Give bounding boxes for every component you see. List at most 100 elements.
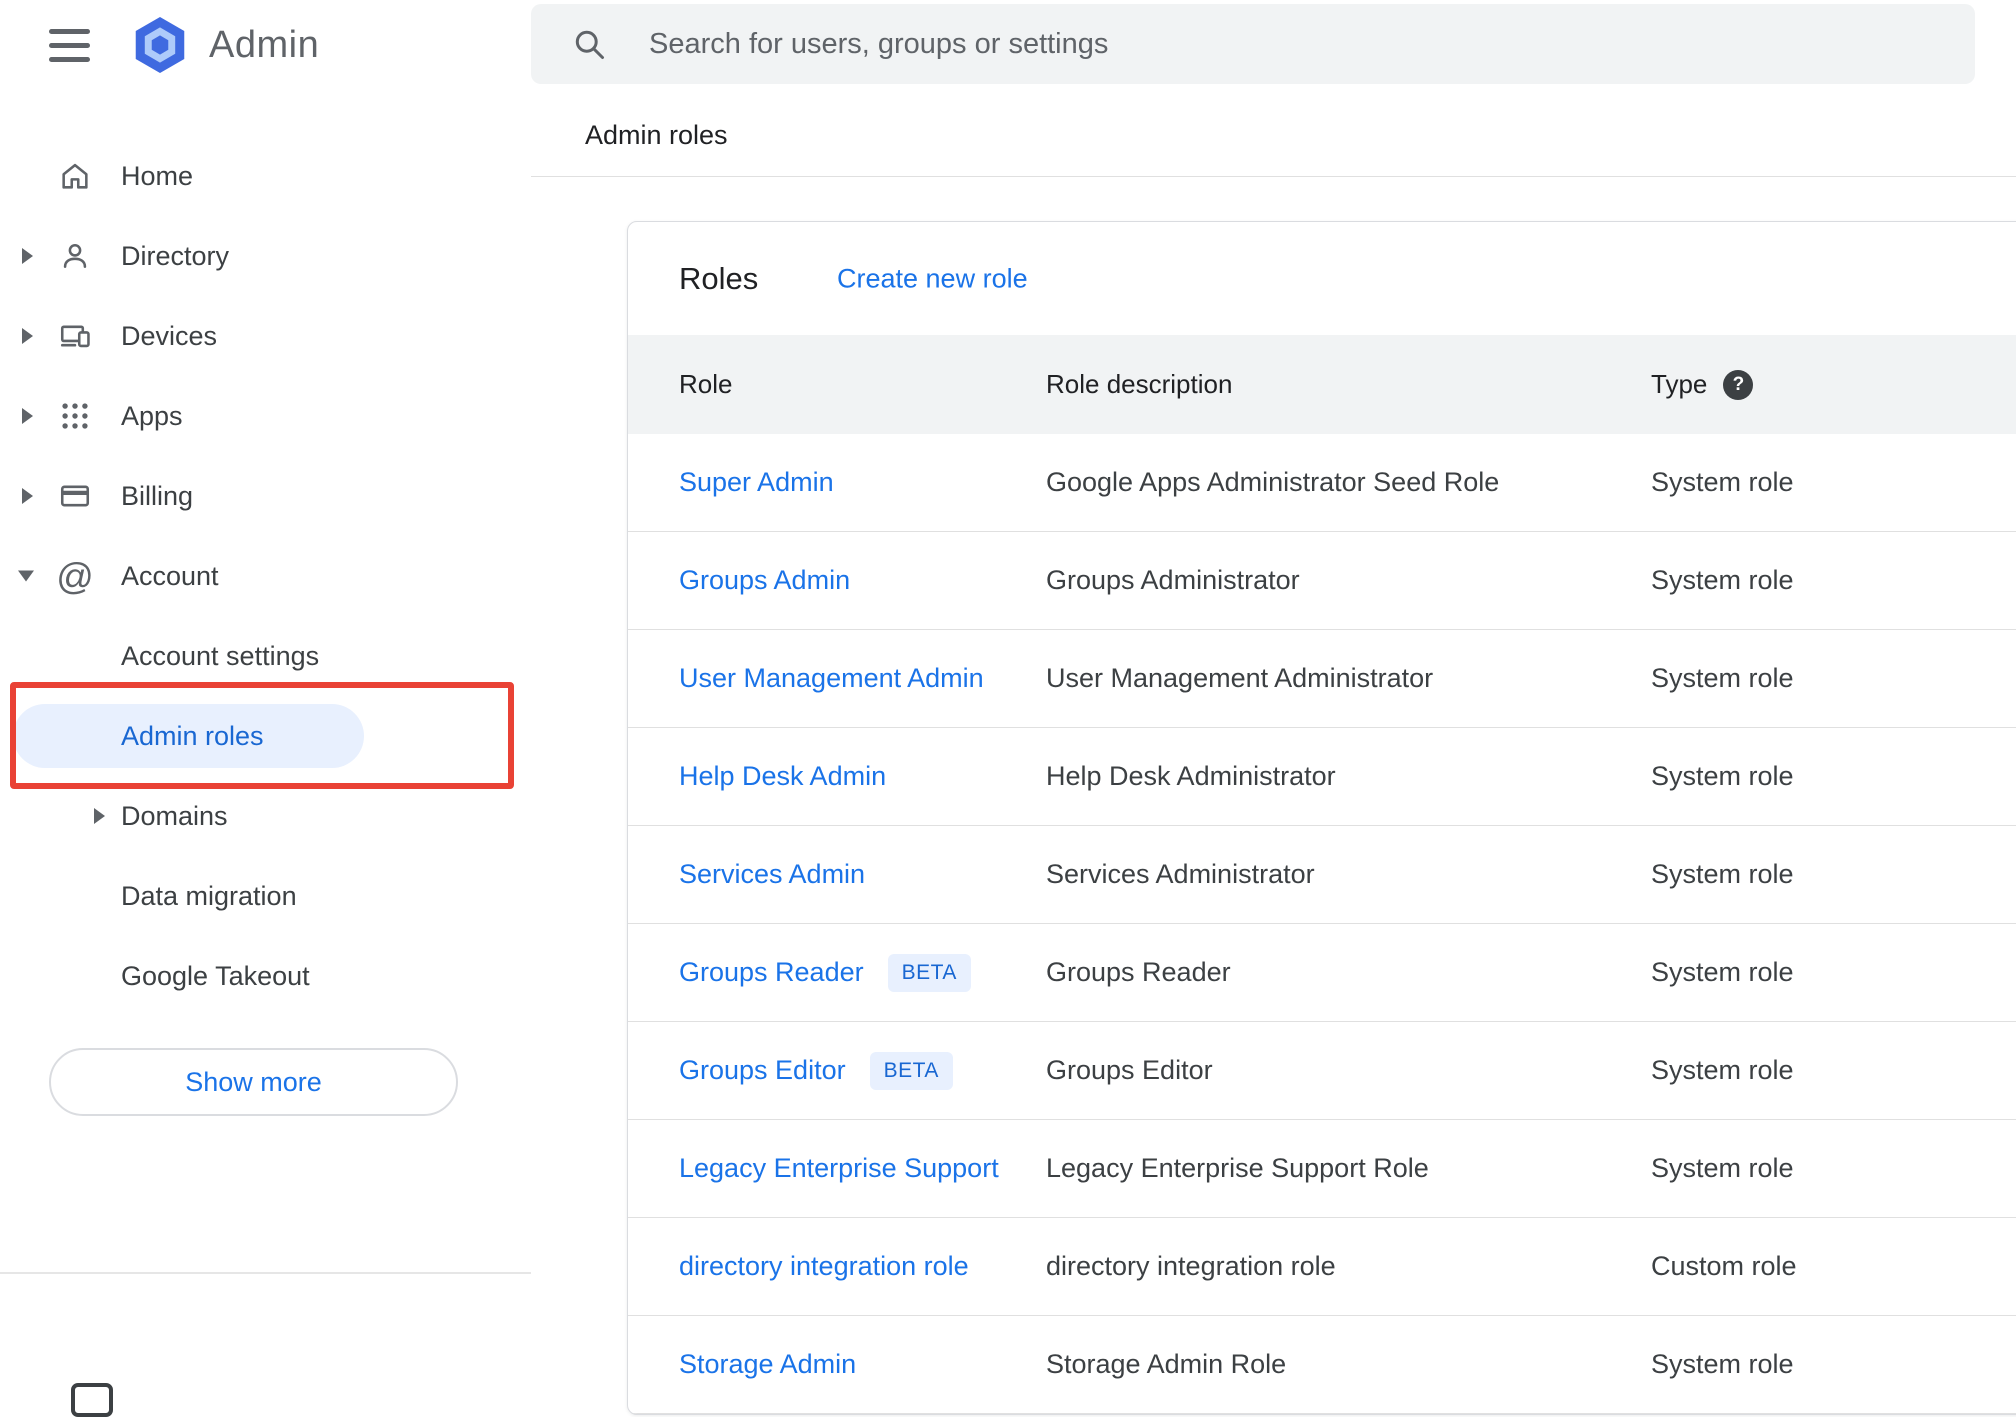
sidebar-item-directory[interactable]: Directory [0,216,531,296]
beta-badge: BETA [887,953,971,992]
header-divider [531,176,2016,177]
search-icon [571,26,607,62]
role-description: Groups Editor [1046,1055,1213,1085]
sidebar-bottom-divider [0,1272,531,1274]
help-icon[interactable]: ? [1723,369,1754,400]
sidebar-item-label: Directory [121,240,230,271]
search-input[interactable] [649,27,1975,61]
sidebar-nav: Home Directory Devices Apps Billing @ Ac… [0,136,531,1116]
role-link[interactable]: Legacy Enterprise Support [679,1153,999,1184]
sidebar-item-label: Data migration [121,880,297,911]
chevron-right-icon [94,808,105,824]
role-type: System role [1651,467,1794,497]
role-type: System role [1651,663,1794,693]
account-icon: @ [56,555,94,597]
chevron-right-icon [22,248,33,264]
home-icon [58,159,92,193]
sidebar-item-devices[interactable]: Devices [0,296,531,376]
sidebar-item-account-settings[interactable]: Account settings [0,616,531,696]
sidebar-item-label: Apps [121,400,183,431]
table-row: Help Desk Admin Help Desk Administrator … [628,728,2016,826]
role-link[interactable]: Storage Admin [679,1349,856,1380]
role-type: System role [1651,1153,1794,1183]
sidebar-item-admin-roles[interactable]: Admin roles [0,696,531,776]
sidebar-item-label: Account [121,560,219,591]
devices-icon [58,319,92,353]
column-header-role-description: Role description [1046,369,1233,399]
directory-icon [58,239,92,273]
role-link[interactable]: directory integration role [679,1251,969,1282]
chevron-right-icon [22,488,33,504]
role-type: System role [1651,761,1794,791]
role-description: Groups Administrator [1046,565,1300,595]
column-header-role: Role [679,369,733,399]
truncated-bottom-icon [71,1383,113,1417]
role-link[interactable]: Groups Admin [679,565,850,596]
role-description: Help Desk Administrator [1046,761,1336,791]
card-header: Roles Create new role [628,222,2016,335]
brand-name: Admin [209,23,320,66]
show-more-button[interactable]: Show more [49,1048,458,1116]
role-description: Storage Admin Role [1046,1349,1287,1379]
role-type: System role [1651,859,1794,889]
role-link[interactable]: Super Admin [679,467,834,498]
create-new-role-link[interactable]: Create new role [837,263,1028,294]
role-type: System role [1651,1055,1794,1085]
table-row: Storage Admin Storage Admin Role System … [628,1316,2016,1414]
role-link[interactable]: Groups Reader [679,957,864,988]
table-row: Services Admin Services Administrator Sy… [628,826,2016,924]
sidebar-item-label: Billing [121,480,194,511]
search-bar[interactable] [531,4,1975,84]
admin-logo-icon [128,12,192,78]
role-type: System role [1651,565,1794,595]
role-description: Legacy Enterprise Support Role [1046,1153,1429,1183]
role-link[interactable]: Services Admin [679,859,865,890]
role-description: Google Apps Administrator Seed Role [1046,467,1500,497]
role-link[interactable]: User Management Admin [679,663,984,694]
chevron-right-icon [22,328,33,344]
table-row: Groups Editor BETA Groups Editor System … [628,1022,2016,1120]
sidebar-item-billing[interactable]: Billing [0,456,531,536]
sidebar-item-domains[interactable]: Domains [0,776,531,856]
table-row: Super Admin Google Apps Administrator Se… [628,434,2016,532]
sidebar-item-label: Admin roles [121,720,264,751]
sidebar-item-account[interactable]: @ Account [0,536,531,616]
column-header-type: Type ? [1651,369,2016,400]
role-description: directory integration role [1046,1251,1336,1281]
role-type: System role [1651,1349,1794,1379]
sidebar-item-data-migration[interactable]: Data migration [0,856,531,936]
sidebar-item-label: Account settings [121,640,320,671]
sidebar-item-label: Domains [121,800,228,831]
sidebar-item-label: Home [121,160,194,191]
chevron-down-icon [18,570,34,582]
role-description: Services Administrator [1046,859,1315,889]
sidebar: Admin Home Directory Devices Apps Billin… [0,0,531,1417]
sidebar-item-label: Google Takeout [121,960,310,991]
table-row: Groups Admin Groups Administrator System… [628,532,2016,630]
main-content: Admin roles Roles Create new role Role R… [531,0,2016,1415]
billing-icon [58,479,92,513]
table-row: Legacy Enterprise Support Legacy Enterpr… [628,1120,2016,1218]
role-type: System role [1651,957,1794,987]
table-header-row: Role Role description Type ? [628,335,2016,434]
card-title: Roles [679,260,759,296]
role-link[interactable]: Groups Editor [679,1055,846,1086]
table-row: Groups Reader BETA Groups Reader System … [628,924,2016,1022]
column-header-type-label: Type [1651,369,1708,399]
sidebar-item-label: Devices [121,320,218,351]
role-type: Custom role [1651,1251,1797,1281]
apps-icon [58,399,92,433]
menu-icon[interactable] [49,28,90,62]
chevron-right-icon [22,408,33,424]
brand[interactable]: Admin [128,12,319,78]
role-description: Groups Reader [1046,957,1231,987]
role-description: User Management Administrator [1046,663,1434,693]
sidebar-item-home[interactable]: Home [0,136,531,216]
brand-row: Admin [0,0,531,90]
role-link[interactable]: Help Desk Admin [679,761,886,792]
sidebar-item-google-takeout[interactable]: Google Takeout [0,936,531,1016]
table-row: directory integration role directory int… [628,1218,2016,1316]
sidebar-item-apps[interactable]: Apps [0,376,531,456]
roles-card: Roles Create new role Role Role descript… [627,221,2016,1415]
beta-badge: BETA [869,1051,953,1090]
